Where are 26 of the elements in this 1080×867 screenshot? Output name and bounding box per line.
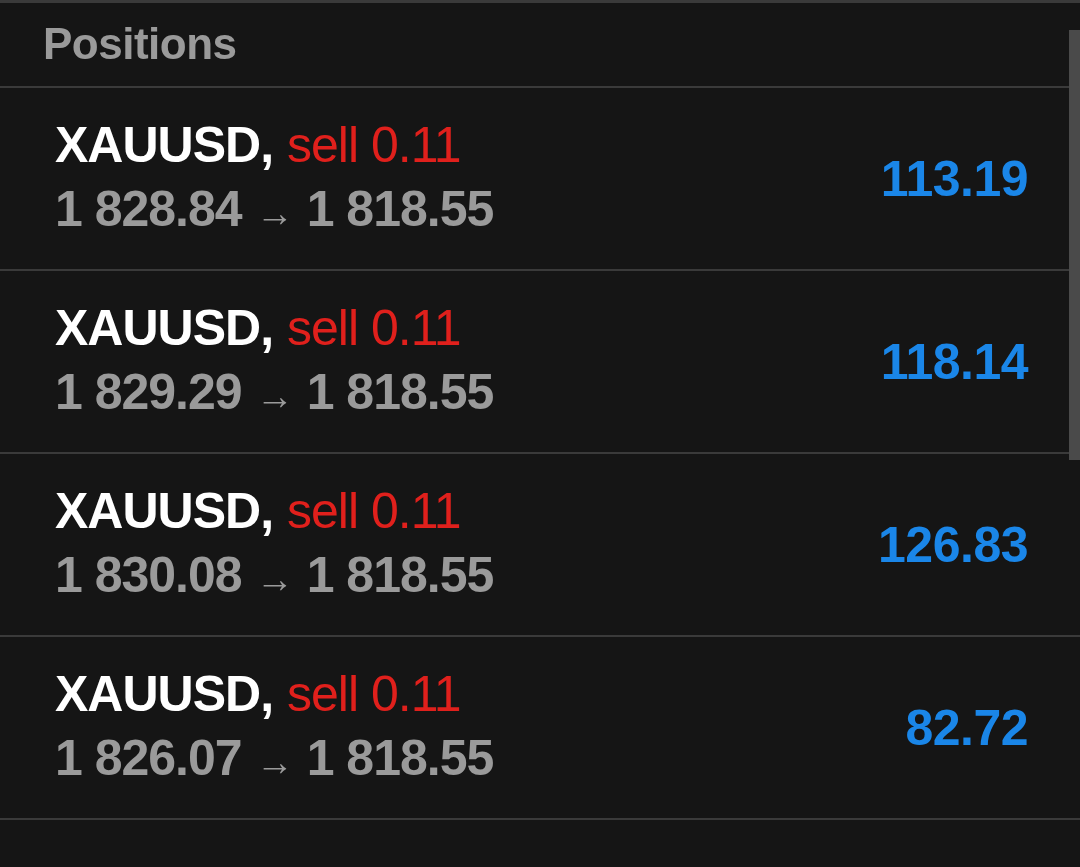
scrollbar[interactable]: [1069, 30, 1080, 460]
trade-side-label: sell 0.11: [287, 298, 461, 358]
profit-value: 118.14: [880, 332, 1028, 391]
current-price: 1 818.55: [306, 179, 494, 239]
arrow-glyph: →: [255, 373, 293, 419]
trade-side-label: sell 0.11: [287, 664, 461, 724]
open-price: 1 826.07: [55, 728, 242, 788]
current-price: 1 818.55: [306, 728, 494, 788]
open-price: 1 828.84: [55, 179, 242, 239]
section-title: Positions: [43, 19, 237, 68]
symbol-label: XAUUSD,: [55, 115, 274, 175]
arrow-glyph: →: [255, 739, 293, 785]
current-price: 1 818.55: [306, 362, 494, 422]
symbol-label: XAUUSD,: [55, 481, 274, 541]
profit-value: 113.19: [880, 149, 1028, 208]
open-price: 1 830.08: [55, 545, 242, 605]
profit-value: 82.72: [905, 698, 1028, 757]
arrow-glyph: →: [255, 556, 293, 602]
current-price: 1 818.55: [306, 545, 494, 605]
profit-value: 126.83: [878, 515, 1028, 574]
arrow-glyph: →: [255, 190, 293, 236]
open-price: 1 829.29: [55, 362, 242, 422]
symbol-label: XAUUSD,: [55, 298, 274, 358]
trade-side-label: sell 0.11: [287, 115, 461, 175]
symbol-label: XAUUSD,: [55, 664, 274, 724]
trade-side-label: sell 0.11: [287, 481, 461, 541]
